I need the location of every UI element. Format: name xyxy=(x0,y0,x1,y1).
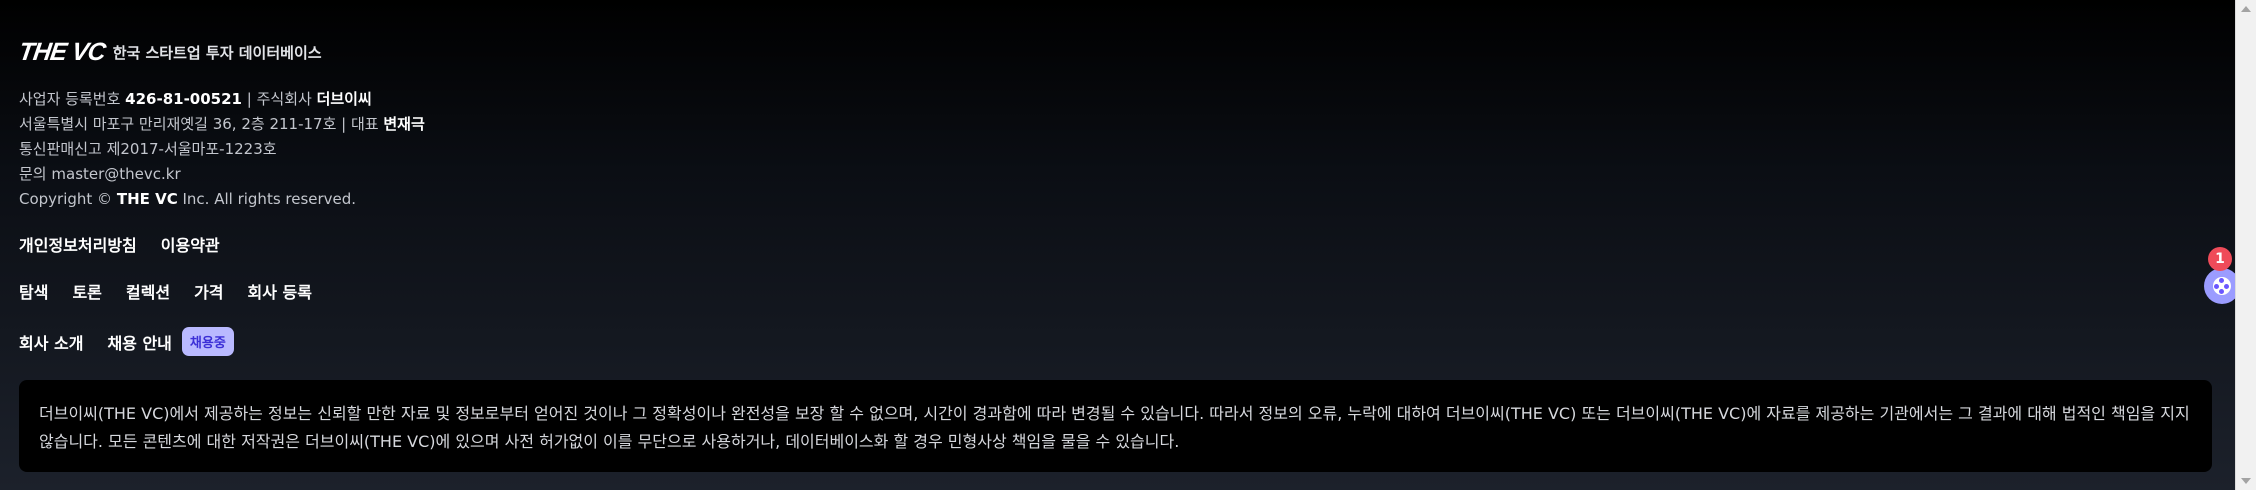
collection-link[interactable]: 컬렉션 xyxy=(126,279,170,303)
company-info: 사업자 등록번호 426-81-00521 | 주식회사 더브이씨 서울특별시 … xyxy=(19,87,425,212)
discussion-link[interactable]: 토론 xyxy=(72,279,101,303)
contact-line: 문의 master@thevc.kr xyxy=(19,165,181,183)
recruit-link[interactable]: 채용 안내 xyxy=(107,330,171,354)
ceo-name: 변재극 xyxy=(383,115,425,133)
scroll-down-icon[interactable] xyxy=(2241,478,2251,484)
product-links: 탐색 토론 컬렉션 가격 회사 등록 xyxy=(19,279,336,303)
contact-email[interactable]: master@thevc.kr xyxy=(51,165,180,183)
registration-number: 426-81-00521 xyxy=(125,90,242,108)
privacy-policy-link[interactable]: 개인정보처리방침 xyxy=(19,232,137,256)
terms-link[interactable]: 이용약관 xyxy=(161,232,220,256)
company-links: 회사 소개 채용 안내 채용중 xyxy=(19,327,234,356)
disclaimer-notice: 더브이씨(THE VC)에서 제공하는 정보는 신뢰할 만한 자료 및 정보로부… xyxy=(19,380,2212,472)
tagline: 한국 스타트업 투자 데이터베이스 xyxy=(112,44,322,62)
scroll-up-icon[interactable] xyxy=(2241,6,2251,12)
explore-link[interactable]: 탐색 xyxy=(19,279,48,303)
address-line: 서울특별시 마포구 만리재옛길 36, 2층 211-17호 | 대표 변재극 xyxy=(19,115,425,133)
about-link[interactable]: 회사 소개 xyxy=(19,330,83,354)
brand-row: THE VC 한국 스타트업 투자 데이터베이스 xyxy=(17,38,322,67)
policy-links: 개인정보처리방침 이용약관 xyxy=(19,232,244,256)
recruit-badge[interactable]: 채용중 xyxy=(181,327,234,356)
company-name: 더브이씨 xyxy=(316,90,372,108)
copyright-line: Copyright © THE VC Inc. All rights reser… xyxy=(19,190,357,208)
chat-unread-badge: 1 xyxy=(2208,247,2232,271)
pricing-link[interactable]: 가격 xyxy=(194,279,223,303)
registration-line: 사업자 등록번호 426-81-00521 | 주식회사 더브이씨 xyxy=(19,90,372,108)
page-scrollbar[interactable] xyxy=(2235,0,2256,490)
company-register-link[interactable]: 회사 등록 xyxy=(248,279,312,303)
chat-icon xyxy=(2213,277,2231,295)
logo[interactable]: THE VC xyxy=(17,38,107,67)
telecom-line: 통신판매신고 제2017-서울마포-1223호 xyxy=(19,140,277,158)
